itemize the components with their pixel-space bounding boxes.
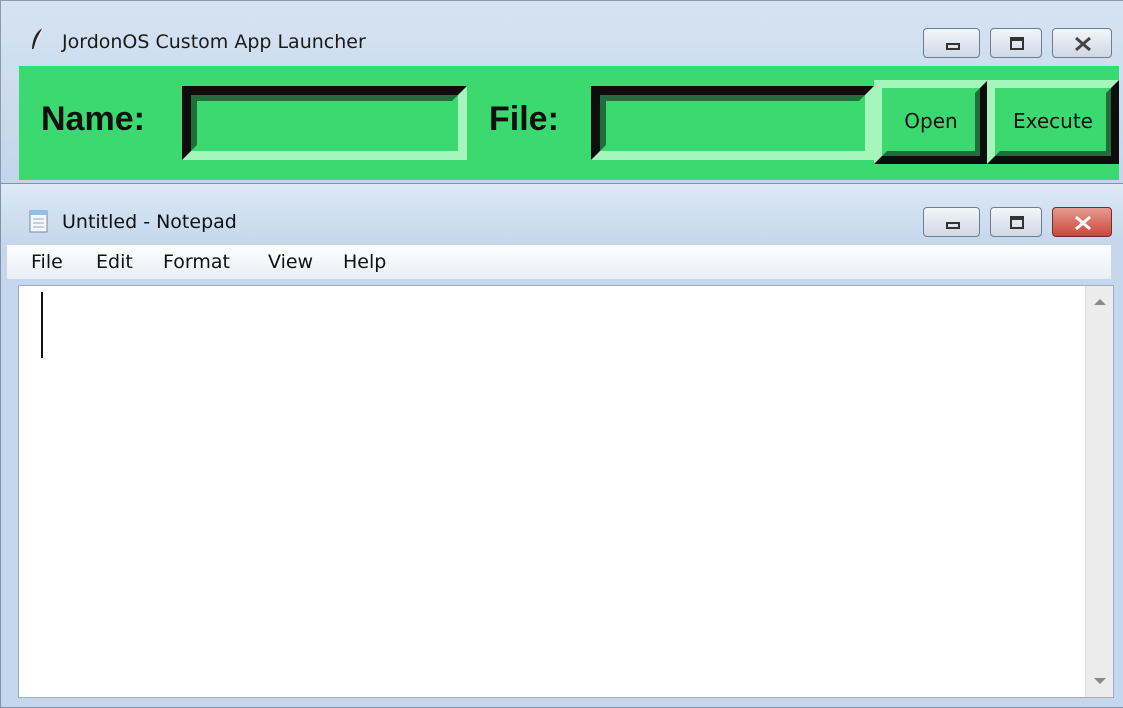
scroll-down-icon[interactable]	[1094, 678, 1106, 684]
maximize-icon	[1010, 37, 1024, 50]
launcher-panel: Name: File: Open Execute	[19, 66, 1119, 180]
notepad-close-button[interactable]	[1052, 207, 1112, 237]
minimize-icon	[946, 222, 960, 229]
close-icon	[1075, 215, 1091, 231]
notepad-icon	[29, 210, 48, 233]
menu-help[interactable]: Help	[343, 251, 386, 273]
execute-button-label: Execute	[1013, 109, 1093, 133]
name-label: Name:	[41, 100, 145, 138]
launcher-window: JordonOS Custom App Launcher Name: File:…	[0, 0, 1123, 190]
file-label: File:	[489, 100, 559, 138]
notepad-minimize-button[interactable]	[923, 207, 980, 237]
menu-view[interactable]: View	[268, 251, 313, 273]
minimize-icon	[946, 43, 960, 50]
text-caret	[41, 292, 43, 358]
notepad-title: Untitled - Notepad	[62, 211, 237, 233]
scroll-up-icon[interactable]	[1094, 299, 1106, 305]
menu-file[interactable]: File	[31, 251, 63, 273]
menu-bar: File Edit Format View Help	[7, 245, 1111, 279]
launcher-title: JordonOS Custom App Launcher	[62, 31, 366, 53]
name-input[interactable]	[182, 86, 467, 160]
minimize-button[interactable]	[923, 28, 980, 58]
menu-format[interactable]: Format	[163, 251, 230, 273]
launcher-titlebar[interactable]: JordonOS Custom App Launcher	[1, 1, 1123, 67]
feather-icon	[32, 27, 44, 50]
maximize-icon	[1010, 216, 1024, 229]
vertical-scrollbar[interactable]	[1085, 286, 1113, 697]
text-editor[interactable]	[18, 285, 1114, 698]
open-button-label: Open	[904, 109, 958, 133]
notepad-window: Untitled - Notepad File Edit Format View…	[0, 183, 1123, 708]
menu-edit[interactable]: Edit	[96, 251, 133, 273]
execute-button[interactable]: Execute	[987, 80, 1119, 164]
maximize-button[interactable]	[990, 28, 1042, 58]
notepad-maximize-button[interactable]	[990, 207, 1042, 237]
close-button[interactable]	[1052, 28, 1112, 58]
open-button[interactable]: Open	[874, 80, 988, 164]
file-input[interactable]	[591, 86, 874, 160]
close-icon	[1075, 36, 1091, 52]
